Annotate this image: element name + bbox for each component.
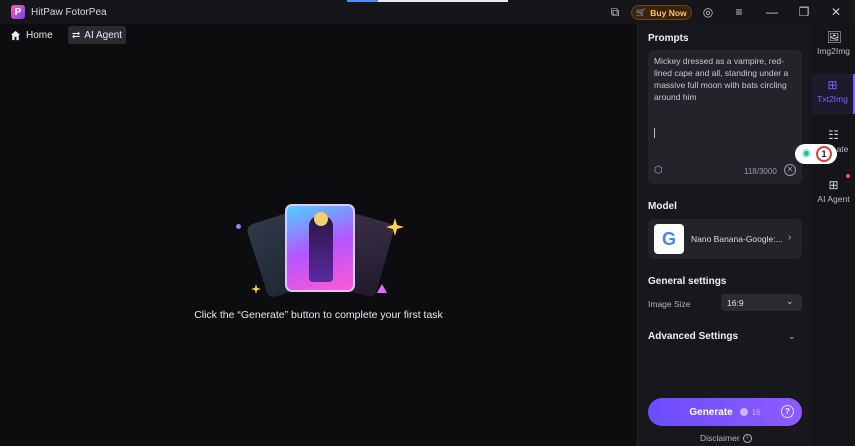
rail-item-label: AI Agent: [817, 194, 850, 204]
generate-cost: 16: [751, 407, 761, 417]
rail-item-txt2img[interactable]: ⊞ Txt2Img: [812, 74, 855, 114]
pin-icon: ◉: [802, 148, 811, 159]
clear-prompt-icon[interactable]: ✕: [784, 164, 796, 176]
model-title: Model: [648, 201, 677, 212]
generate-button[interactable]: Generate 16 ?: [648, 398, 802, 426]
help-icon[interactable]: ?: [781, 405, 794, 418]
decor-triangle: [377, 284, 387, 293]
rail-item-img2img[interactable]: 🖼 Img2Img: [812, 26, 855, 66]
menu-icon[interactable]: ≡: [732, 5, 746, 19]
step-badge[interactable]: ◉ 1: [795, 144, 837, 164]
generate-label: Generate: [689, 406, 733, 418]
buy-now-button[interactable]: 🛒 Buy Now: [631, 5, 692, 20]
text-caret: [654, 128, 655, 138]
disclaimer-link[interactable]: Disclaimer i: [700, 433, 752, 443]
title-bar: P HitPaw FotorPea: [0, 0, 855, 24]
chevron-right-icon: ›: [788, 232, 792, 243]
image-size-value: 16:9: [727, 298, 744, 308]
settings-panel: Prompts Mickey dressed as a vampire, red…: [637, 24, 812, 446]
prompt-textarea[interactable]: Mickey dressed as a vampire, red-lined c…: [648, 50, 802, 184]
prompts-title: Prompts: [648, 33, 689, 44]
prompt-text[interactable]: Mickey dressed as a vampire, red-lined c…: [654, 55, 798, 103]
general-settings-title: General settings: [648, 276, 727, 287]
nav-ai-agent[interactable]: ⇄ AI Agent: [68, 26, 126, 44]
minimize-icon[interactable]: —: [765, 5, 779, 19]
loading-progress-bar: [347, 0, 508, 2]
notification-dot: [846, 174, 850, 178]
text-image-icon: ⊞: [827, 78, 838, 92]
nav-ai-agent-label: AI Agent: [84, 29, 123, 41]
rail-item-label: Img2Img: [816, 46, 851, 56]
template-icon: ☷: [828, 128, 839, 142]
chevron-down-icon[interactable]: ⌄: [788, 331, 796, 342]
disclaimer-label: Disclaimer: [700, 433, 740, 443]
swap-icon: ⇄: [71, 29, 81, 41]
screen-icon[interactable]: ⧉: [608, 5, 622, 19]
sparkle-icon: [386, 218, 404, 236]
prompt-char-count: 118/3000: [744, 167, 777, 176]
app-title: HitPaw FotorPea: [31, 6, 107, 18]
cart-icon: 🛒: [636, 8, 647, 17]
empty-state-hint: Click the “Generate” button to complete …: [194, 309, 443, 321]
advanced-settings-title[interactable]: Advanced Settings: [648, 331, 738, 342]
home-icon: [10, 30, 21, 40]
nav-home[interactable]: Home: [10, 27, 53, 43]
rail-item-label: Txt2Img: [817, 94, 848, 104]
coin-icon: [739, 408, 748, 416]
illustration-card-front: [285, 204, 355, 292]
model-selector[interactable]: G Nano Banana-Google:... ›: [648, 219, 802, 259]
image-size-select[interactable]: 16:9 ⌄: [721, 294, 802, 311]
model-name: Nano Banana-Google:...: [691, 234, 783, 244]
sparkle-icon: [251, 284, 261, 294]
agent-icon: ⊞: [828, 178, 839, 192]
cube-icon[interactable]: ⬡: [654, 165, 663, 176]
google-logo-icon: G: [654, 224, 684, 254]
info-icon: i: [742, 433, 752, 443]
image-size-label: Image Size: [648, 299, 691, 309]
image-icon: 🖼: [826, 30, 842, 44]
chevron-down-icon: ⌄: [786, 296, 794, 306]
app-logo-icon: P: [11, 5, 25, 19]
restore-icon[interactable]: ❐: [797, 5, 811, 19]
close-icon[interactable]: ✕: [829, 5, 843, 19]
account-icon[interactable]: ◎: [701, 5, 715, 19]
nav-home-label: Home: [26, 29, 53, 41]
step-number: 1: [816, 146, 832, 162]
buy-now-label: Buy Now: [650, 7, 687, 18]
rail-item-ai-agent[interactable]: ⊞ AI Agent: [812, 174, 855, 214]
tool-rail: 🖼 Img2Img ⊞ Txt2Img ☷ ate ⊞ AI Agent: [812, 24, 855, 446]
